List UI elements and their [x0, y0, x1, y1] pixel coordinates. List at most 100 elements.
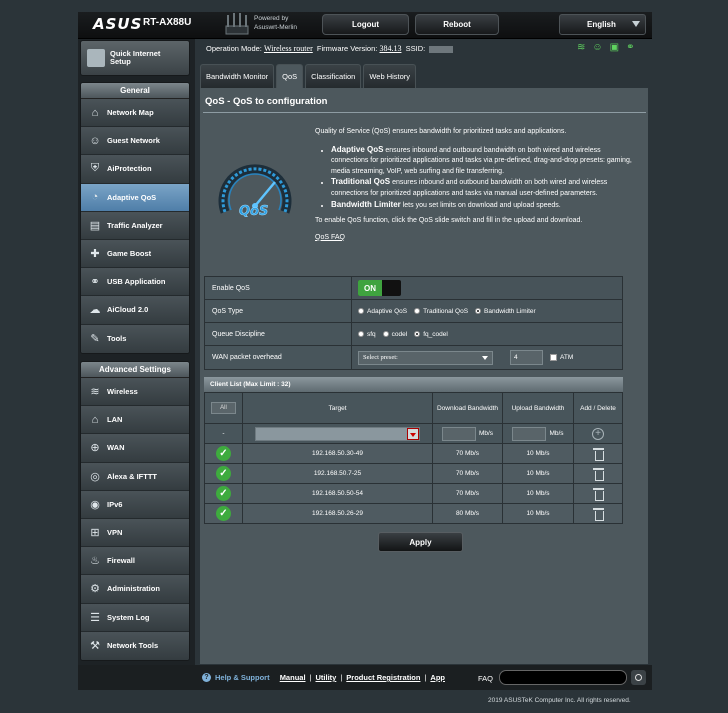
sidebar-item-aicloud[interactable]: ☁ AiCloud 2.0	[81, 296, 189, 325]
sidebar-item-ipv6[interactable]: ◉ IPv6	[81, 490, 189, 519]
alexa-icon: ◎	[90, 470, 100, 483]
sidebar-item-usb-application[interactable]: ⚭ USB Application	[81, 268, 189, 297]
radio-label: Traditional QoS	[423, 307, 469, 315]
search-icon[interactable]	[631, 670, 646, 685]
trash-icon[interactable]	[592, 507, 604, 521]
trash-icon[interactable]	[592, 447, 604, 461]
product-registration-link[interactable]: Product Registration	[346, 673, 420, 682]
model-name: RT-AX88U	[143, 17, 192, 28]
logout-button[interactable]: Logout	[322, 14, 409, 35]
table-row: ✓ 192.168.50.7-25 70 Mb/s 10 Mb/s	[205, 463, 622, 483]
radio-label: sfq	[367, 330, 376, 338]
trash-icon[interactable]	[592, 467, 604, 481]
sidebar-item-traffic-analyzer[interactable]: ▤ Traffic Analyzer	[81, 211, 189, 240]
utility-link[interactable]: Utility	[315, 673, 336, 682]
quick-internet-setup-button[interactable]: Quick Internet Setup	[80, 40, 190, 76]
manual-link[interactable]: Manual	[280, 673, 306, 682]
atm-checkbox[interactable]	[550, 354, 557, 361]
target-dropdown-button[interactable]	[407, 427, 419, 440]
wan-overhead-input[interactable]: 4	[510, 350, 543, 365]
sidebar-item-guest-network[interactable]: ☺ Guest Network	[81, 127, 189, 156]
firewall-icon: ♨	[90, 555, 100, 568]
col-target: Target	[243, 393, 433, 423]
usb-icon: ⚭	[90, 276, 100, 289]
sidebar-item-label: LAN	[107, 415, 123, 425]
enabled-check-icon[interactable]: ✓	[216, 466, 231, 481]
add-client-row: - Mb/s Mb/s +	[205, 423, 622, 443]
wan-preset-value: Select preset:	[363, 354, 398, 361]
tab-classification[interactable]: Classification	[305, 64, 362, 88]
faq-search-input[interactable]	[499, 670, 627, 685]
qos-type-limiter-radio[interactable]	[475, 308, 482, 314]
qos-type-traditional-radio[interactable]	[414, 308, 421, 314]
enabled-check-icon[interactable]: ✓	[216, 506, 231, 521]
table-row: ✓ 192.168.50.50-54 70 Mb/s 10 Mb/s	[205, 483, 622, 503]
wifi-status-icon[interactable]: ≋	[577, 42, 585, 53]
devices-status-icon[interactable]: ▣	[610, 42, 619, 53]
sidebar-item-wireless[interactable]: ≋ Wireless	[81, 378, 189, 407]
sidebar-item-administration[interactable]: ⚙ Administration	[81, 575, 189, 604]
qos-faq-link[interactable]: QoS FAQ	[315, 233, 633, 244]
sidebar-item-alexa-ifttt[interactable]: ◎ Alexa & IFTTT	[81, 462, 189, 491]
intro-text: Quality of Service (QoS) ensures bandwid…	[315, 128, 567, 135]
sidebar-item-tools[interactable]: ✎ Tools	[81, 324, 189, 353]
quick-setup-line2: Setup	[110, 57, 131, 66]
user-status-icon[interactable]: ☺	[592, 42, 602, 53]
queue-codel-radio[interactable]	[382, 331, 389, 337]
setup-wizard-icon	[87, 49, 105, 67]
help-support-link[interactable]: Help & Support	[215, 673, 270, 682]
copyright: 2019 ASUSTeK Computer Inc. All rights re…	[488, 697, 631, 704]
chevron-down-icon	[632, 21, 640, 27]
queue-fq-codel-radio[interactable]	[414, 331, 421, 337]
sidebar-item-label: USB Application	[107, 277, 166, 287]
enabled-check-icon[interactable]: ✓	[216, 486, 231, 501]
apply-button[interactable]: Apply	[378, 532, 463, 552]
download-input[interactable]	[441, 426, 476, 441]
sidebar-item-label: System Log	[107, 612, 150, 622]
upload-input[interactable]	[512, 426, 547, 441]
sidebar-item-lan[interactable]: ⌂ LAN	[81, 406, 189, 435]
qos-gauge-icon: ◔	[91, 191, 99, 204]
sidebar-item-label: Network Map	[107, 108, 154, 118]
op-mode-link[interactable]: Wireless router	[264, 44, 313, 53]
sidebar-item-vpn[interactable]: ⊞ VPN	[81, 518, 189, 548]
tab-web-history[interactable]: Web History	[363, 64, 417, 88]
chevron-down-icon	[482, 355, 488, 360]
sidebar-item-label: Firewall	[107, 556, 135, 566]
sidebar-item-network-tools[interactable]: ⚒ Network Tools	[81, 631, 189, 660]
target-input[interactable]	[255, 426, 420, 441]
atm-label: ATM	[560, 354, 574, 361]
sidebar-item-game-boost[interactable]: ✚ Game Boost	[81, 239, 189, 269]
advanced-nav: Advanced Settings ≋ Wireless ⌂ LAN ⊕ WAN ◎ A…	[80, 361, 190, 661]
enable-qos-toggle[interactable]: ON	[358, 280, 401, 296]
qos-type-adaptive-radio[interactable]	[358, 308, 364, 314]
enabled-check-icon[interactable]: ✓	[216, 446, 231, 461]
usb-status-icon[interactable]: ⚭	[626, 42, 634, 53]
help-icon: ?	[202, 673, 211, 682]
reboot-button[interactable]: Reboot	[415, 14, 499, 35]
sidebar-item-firewall[interactable]: ♨ Firewall	[81, 547, 189, 576]
select-all-button[interactable]: All	[211, 402, 236, 414]
sidebar-item-wan[interactable]: ⊕ WAN	[81, 434, 189, 463]
sidebar-item-network-map[interactable]: ⌂ Network Map	[81, 99, 189, 128]
sidebar-item-system-log[interactable]: ☰ System Log	[81, 603, 189, 632]
sidebar-item-aiprotection[interactable]: ⛨ AiProtection	[81, 155, 189, 184]
radio-label: Bandwidth Limiter	[484, 307, 536, 315]
sidebar-item-label: Adaptive QoS	[107, 192, 157, 202]
firmware-link[interactable]: 384.13	[379, 44, 401, 53]
wan-preset-select[interactable]: Select preset:	[358, 350, 493, 365]
trash-icon[interactable]	[592, 487, 604, 501]
sidebar-item-adaptive-qos[interactable]: ◔ Adaptive QoS	[81, 183, 189, 212]
add-client-icon[interactable]: +	[592, 427, 604, 440]
qos-type-row: QoS Type Adaptive QoS Traditional QoS Ba…	[205, 300, 622, 323]
tab-bandwidth-monitor[interactable]: Bandwidth Monitor	[200, 64, 275, 88]
faq-label: FAQ	[478, 674, 494, 683]
app-link[interactable]: App	[430, 673, 445, 682]
sidebar-item-label: Alexa & IFTTT	[107, 471, 158, 481]
language-select[interactable]: English	[559, 14, 646, 35]
tab-qos[interactable]: QoS	[276, 64, 304, 88]
ssid-redacted	[429, 45, 454, 53]
client-list-table: All Target Download Bandwidth Upload Ban…	[204, 392, 623, 524]
radio-label: codel	[391, 330, 408, 338]
queue-sfq-radio[interactable]	[358, 331, 364, 337]
